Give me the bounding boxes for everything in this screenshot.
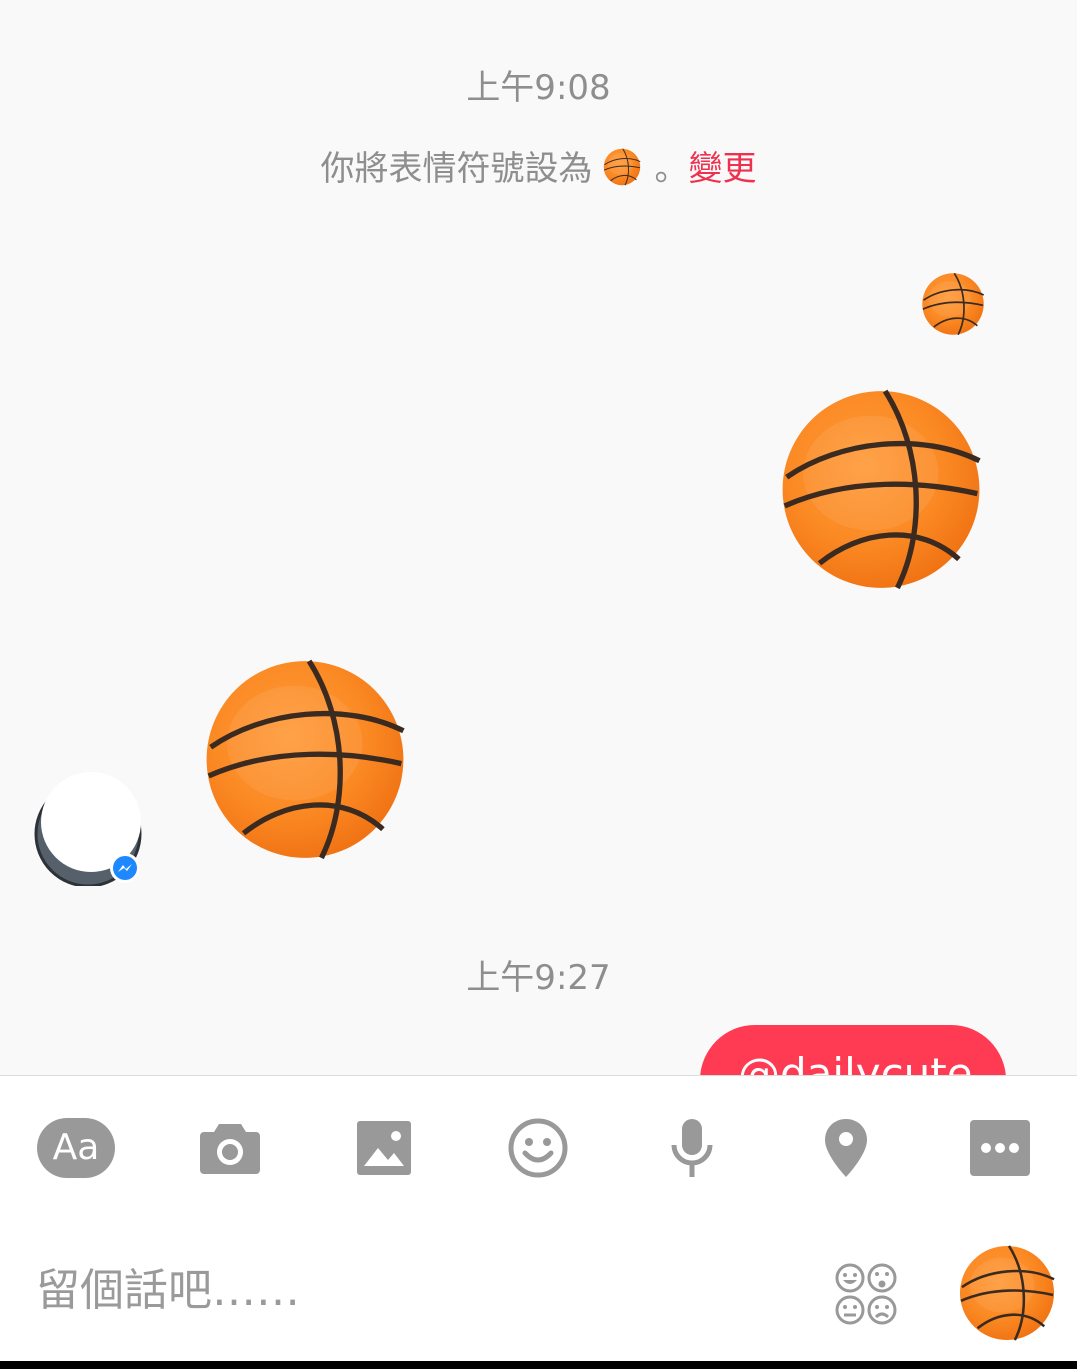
message-input[interactable]: 留個話吧…… xyxy=(36,1256,736,1326)
text-toggle-button[interactable]: Aa xyxy=(36,1116,116,1180)
system-message-text: 你將表情符號設為 xyxy=(320,149,593,189)
basketball-icon[interactable] xyxy=(920,272,986,336)
timestamp: 上午9:27 xyxy=(466,958,611,998)
messenger-badge-icon xyxy=(110,853,140,883)
system-message-period: 。 xyxy=(654,149,689,189)
basketball-icon xyxy=(603,148,641,186)
basketball-icon[interactable] xyxy=(200,657,410,862)
location-pin-icon xyxy=(825,1119,867,1177)
change-emoji-link[interactable]: 變更 xyxy=(689,149,757,189)
avatar[interactable] xyxy=(34,772,142,886)
composer: Aa 留個話吧…… xyxy=(0,1075,1077,1361)
stickers-icon[interactable] xyxy=(834,1262,898,1326)
microphone-button[interactable] xyxy=(652,1116,732,1180)
camera-button[interactable] xyxy=(190,1116,270,1180)
bottom-edge xyxy=(0,1361,1077,1369)
basketball-icon[interactable] xyxy=(776,387,986,592)
message-text: @dailycute xyxy=(738,1049,973,1075)
more-button[interactable] xyxy=(960,1116,1040,1180)
gallery-button[interactable] xyxy=(344,1116,424,1180)
emoji-button[interactable] xyxy=(498,1116,578,1180)
more-icon xyxy=(970,1120,1030,1176)
outgoing-message-bubble[interactable]: @dailycute xyxy=(700,1025,1006,1075)
camera-icon xyxy=(200,1124,260,1174)
system-message: 你將表情符號設為 。變更 xyxy=(0,146,1077,192)
microphone-icon xyxy=(671,1119,713,1177)
location-button[interactable] xyxy=(806,1116,886,1180)
emoji-icon xyxy=(508,1118,568,1178)
text-toggle-label: Aa xyxy=(37,1118,115,1178)
gallery-icon xyxy=(357,1121,411,1175)
timestamp: 上午9:08 xyxy=(466,68,611,108)
send-emoji-button[interactable] xyxy=(958,1244,1056,1342)
chat-thread[interactable]: 上午9:08 你將表情符號設為 。變更 上午9:27 @dailycute xyxy=(0,0,1077,1075)
